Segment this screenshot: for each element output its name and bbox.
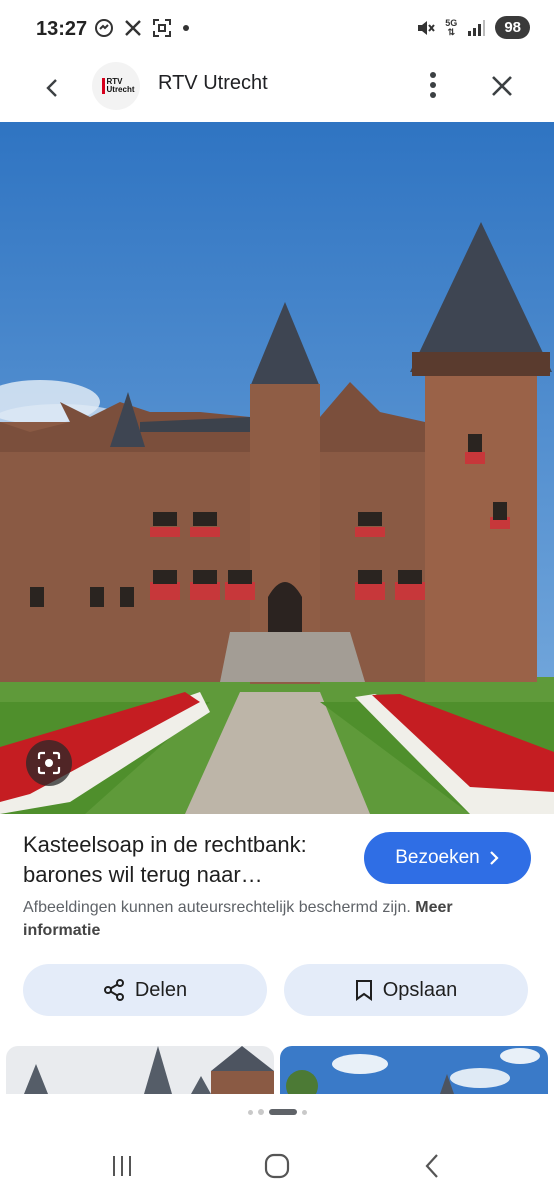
back-arrow-icon [46, 79, 57, 97]
recents-button[interactable] [102, 1150, 142, 1182]
castle-illustration [0, 122, 554, 814]
battery-indicator: 98 [495, 16, 530, 39]
signal-icon [468, 19, 486, 36]
related-images [0, 1046, 554, 1094]
status-bar: 13:27 5G ⇅ 98 [0, 0, 554, 60]
nav-back-icon [425, 1154, 438, 1178]
recents-icon [113, 1156, 131, 1176]
castle-image[interactable] [0, 122, 554, 814]
visit-label: Bezoeken [395, 847, 480, 868]
nav-back-button[interactable] [412, 1150, 452, 1182]
share-button[interactable]: Delen [23, 964, 267, 1016]
pager-dot-active [268, 1109, 297, 1115]
copyright-notice: Afbeeldingen kunnen auteursrechtelijk be… [23, 896, 533, 942]
network-indicator: 5G ⇅ [445, 18, 457, 37]
image-pager [0, 1104, 554, 1120]
share-label: Delen [134, 978, 188, 1001]
home-button[interactable] [257, 1150, 297, 1182]
messenger-icon [95, 19, 113, 37]
home-icon [264, 1153, 290, 1179]
related-image-2[interactable] [280, 1046, 548, 1094]
site-logo-text: RTV Utrecht [101, 78, 135, 94]
app-bar: RTV Utrecht RTV Utrecht [0, 60, 554, 122]
lens-icon [37, 751, 61, 775]
back-button[interactable] [36, 72, 68, 104]
network-arrows: ⇅ [447, 26, 456, 37]
mute-icon [418, 20, 436, 35]
screenshot-icon [153, 19, 171, 37]
close-button[interactable] [486, 70, 518, 102]
dot-icon [183, 25, 189, 31]
pager-dot [301, 1109, 307, 1115]
bookmark-icon [355, 980, 372, 1001]
save-button[interactable]: Opslaan [284, 964, 528, 1016]
system-nav-bar [0, 1136, 554, 1200]
chevron-right-icon [489, 851, 499, 865]
copyright-text: Afbeeldingen kunnen auteursrechtelijk be… [23, 899, 411, 916]
related-image-1[interactable] [6, 1046, 274, 1094]
system-icons: 5G ⇅ 98 [415, 16, 530, 39]
related-image-1-picture [6, 1046, 274, 1094]
more-vert-icon [430, 72, 436, 98]
save-label: Opslaan [382, 978, 458, 1001]
more-options-button[interactable] [420, 70, 446, 100]
status-time: 13:27 [36, 18, 88, 40]
related-image-2-picture [280, 1046, 548, 1094]
close-icon [492, 76, 512, 96]
lens-button[interactable] [26, 740, 72, 786]
pager-dot [247, 1109, 253, 1115]
share-icon [103, 979, 124, 1001]
site-name[interactable]: RTV Utrecht [158, 72, 268, 95]
site-logo[interactable]: RTV Utrecht [92, 62, 140, 110]
result-title[interactable]: Kasteelsoap in de rechtbank: barones wil… [23, 830, 353, 890]
pager-dot [257, 1109, 264, 1115]
visit-button[interactable]: Bezoeken [364, 832, 531, 884]
notification-icons [94, 18, 190, 38]
x-icon [125, 20, 141, 36]
